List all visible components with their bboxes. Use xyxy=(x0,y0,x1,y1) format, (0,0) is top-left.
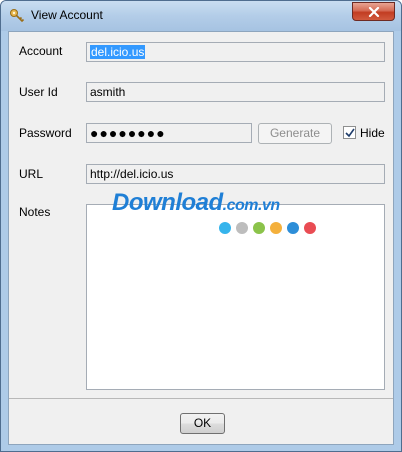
ok-button[interactable]: OK xyxy=(180,413,225,434)
hide-label: Hide xyxy=(360,126,385,140)
watermark-dot xyxy=(304,222,316,234)
watermark-brand: Download.com.vn xyxy=(112,189,280,217)
generate-button[interactable]: Generate xyxy=(258,123,332,144)
window-title: View Account xyxy=(31,8,103,22)
watermark-dots xyxy=(219,222,321,234)
footer-divider xyxy=(9,398,393,399)
close-icon xyxy=(368,7,380,17)
user-id-field[interactable]: asmith xyxy=(86,82,385,102)
watermark-brand-text: Download xyxy=(112,189,223,216)
url-field[interactable]: http://del.icio.us xyxy=(86,164,385,184)
key-icon xyxy=(9,7,25,23)
account-label: Account xyxy=(19,44,63,58)
account-field[interactable]: del.icio.us xyxy=(86,42,385,62)
close-button[interactable] xyxy=(352,2,395,21)
user-id-value: asmith xyxy=(90,85,126,99)
view-account-window: View Account Account del.icio.us User Id… xyxy=(0,0,402,452)
watermark-dot xyxy=(270,222,282,234)
watermark-dot xyxy=(219,222,231,234)
watermark: Download.com.vn xyxy=(112,189,372,239)
password-label: Password xyxy=(19,126,72,140)
checkmark-icon xyxy=(345,128,355,138)
watermark-dot xyxy=(253,222,265,234)
watermark-dot xyxy=(287,222,299,234)
dialog-body: Account del.icio.us User Id asmith Passw… xyxy=(8,31,394,445)
watermark-suffix: .com.vn xyxy=(222,197,280,214)
account-value: del.icio.us xyxy=(90,45,146,59)
password-value: ●●●●●●●● xyxy=(90,125,166,141)
title-bar[interactable]: View Account xyxy=(1,1,401,31)
watermark-dot xyxy=(236,222,248,234)
url-label: URL xyxy=(19,167,44,181)
notes-label: Notes xyxy=(19,205,51,219)
user-id-label: User Id xyxy=(19,85,58,99)
hide-checkbox[interactable] xyxy=(343,126,356,139)
url-value: http://del.icio.us xyxy=(90,167,174,181)
password-field[interactable]: ●●●●●●●● xyxy=(86,123,252,143)
